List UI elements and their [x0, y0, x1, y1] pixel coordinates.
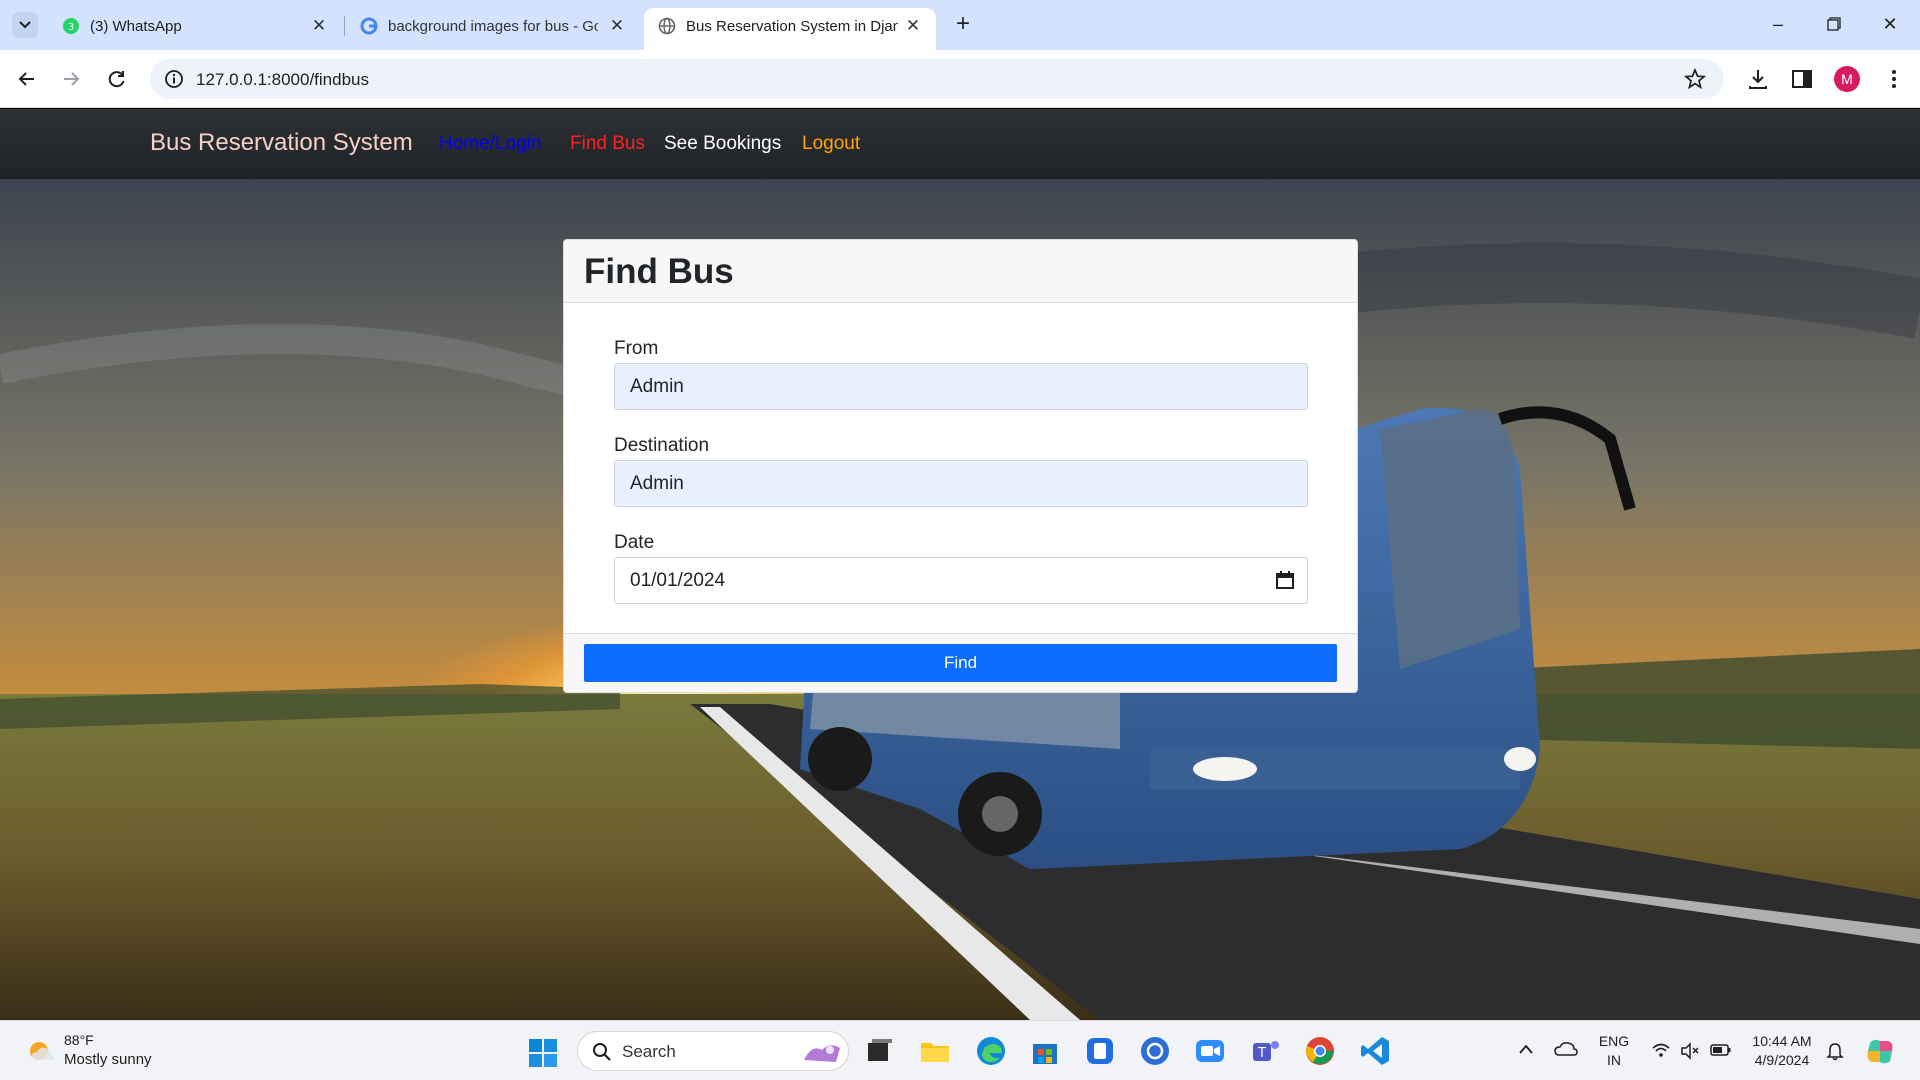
more-menu-icon[interactable] [1880, 65, 1908, 93]
download-icon[interactable] [1744, 65, 1772, 93]
windows-start-icon[interactable] [528, 1038, 558, 1068]
weather-temperature: 88°F [64, 1032, 94, 1048]
tab-google-search[interactable]: background images for bus - Goo ✕ [346, 8, 636, 50]
tab-title: Bus Reservation System in Djan [686, 18, 898, 35]
teams-icon[interactable]: T [1249, 1034, 1283, 1068]
whatsapp-icon: 3 [63, 18, 79, 34]
language-indicator[interactable]: ENG [1598, 1033, 1630, 1049]
phone-link-icon[interactable] [1083, 1034, 1117, 1068]
site-info-icon[interactable] [164, 69, 184, 89]
chrome-icon[interactable] [1303, 1034, 1337, 1068]
clock-date: 4/9/2024 [1754, 1052, 1810, 1068]
calendar-icon[interactable] [1275, 570, 1295, 590]
weather-description: Mostly sunny [64, 1051, 152, 1068]
tab-title: background images for bus - Goo [388, 18, 598, 35]
reload-icon[interactable] [102, 64, 132, 94]
wifi-icon[interactable] [1652, 1043, 1670, 1059]
language-region: IN [1607, 1052, 1621, 1068]
search-icon [593, 1043, 611, 1061]
nav-home-login[interactable]: Home/Login [439, 133, 541, 155]
notification-bell-icon[interactable] [1826, 1041, 1844, 1061]
globe-icon [658, 17, 676, 35]
tab-title: (3) WhatsApp [90, 18, 182, 35]
weather-sun-icon[interactable] [26, 1038, 56, 1066]
copilot-icon[interactable] [1864, 1035, 1896, 1067]
browser-tab-strip: 3 (3) WhatsApp ✕ background images for b… [0, 0, 1920, 50]
svg-text:T: T [1257, 1046, 1266, 1061]
zoom-app-icon[interactable] [1193, 1034, 1227, 1068]
nav-logout[interactable]: Logout [802, 133, 860, 155]
find-button[interactable]: Find [584, 644, 1337, 682]
find-bus-card: Find Bus From Admin Destination Admin Da… [563, 239, 1358, 693]
bookmark-star-icon[interactable] [1684, 68, 1706, 90]
file-explorer-icon[interactable] [918, 1034, 952, 1068]
browser-toolbar: 127.0.0.1:8000/findbus [0, 50, 1920, 108]
destination-label: Destination [614, 435, 710, 456]
search-label: Search [622, 1042, 676, 1061]
restore-icon [1827, 17, 1841, 31]
tab-divider [344, 16, 345, 36]
close-tab-icon[interactable]: ✕ [606, 15, 628, 37]
nav-see-bookings[interactable]: See Bookings [664, 133, 781, 155]
sync-app-icon[interactable] [1138, 1034, 1172, 1068]
onedrive-cloud-icon[interactable] [1554, 1041, 1578, 1057]
nav-find-bus[interactable]: Find Bus [570, 133, 645, 155]
side-panel-icon[interactable] [1788, 65, 1816, 93]
close-window-button[interactable]: ✕ [1870, 10, 1910, 38]
search-highlight-icon [804, 1045, 840, 1062]
address-bar[interactable]: 127.0.0.1:8000/findbus [150, 59, 1724, 99]
profile-avatar[interactable]: M [1834, 66, 1860, 92]
battery-icon[interactable] [1710, 1043, 1732, 1057]
from-label: From [614, 338, 659, 359]
microsoft-store-icon[interactable] [1028, 1034, 1062, 1068]
destination-field[interactable]: Admin [614, 460, 1308, 507]
site-navbar: Bus Reservation System Home/Login Find B… [0, 109, 1920, 179]
tab-search-button[interactable] [12, 12, 38, 38]
new-tab-button[interactable]: + [950, 12, 976, 38]
date-label: Date [614, 532, 655, 553]
date-value: 01/01/2024 [630, 570, 726, 591]
url-text: 127.0.0.1:8000/findbus [196, 70, 369, 89]
web-page: Bus Reservation System Home/Login Find B… [0, 109, 1920, 1020]
volume-muted-icon[interactable] [1680, 1042, 1700, 1060]
back-arrow-icon[interactable] [12, 64, 42, 94]
google-icon [360, 17, 378, 35]
svg-text:3: 3 [68, 22, 74, 33]
task-view-icon[interactable] [862, 1034, 896, 1068]
taskbar-search[interactable]: Search [577, 1031, 849, 1071]
card-footer: Find [564, 633, 1357, 692]
tab-bus-reservation[interactable]: Bus Reservation System in Djan ✕ [644, 8, 936, 50]
clock-time[interactable]: 10:44 AM [1744, 1033, 1820, 1049]
close-tab-icon[interactable]: ✕ [308, 15, 330, 37]
restore-button[interactable] [1814, 10, 1854, 38]
chevron-up-icon[interactable] [1518, 1043, 1534, 1055]
forward-arrow-icon[interactable] [56, 64, 86, 94]
windows-taskbar: 88°F Mostly sunny Search T ENG IN 10:44 … [0, 1020, 1920, 1080]
vscode-icon[interactable] [1358, 1034, 1392, 1068]
tab-whatsapp[interactable]: 3 (3) WhatsApp ✕ [48, 8, 338, 50]
chevron-down-icon [19, 21, 31, 29]
from-field[interactable]: Admin [614, 363, 1308, 410]
minimize-button[interactable]: – [1758, 10, 1798, 38]
date-field[interactable]: 01/01/2024 [614, 557, 1308, 604]
site-brand[interactable]: Bus Reservation System [150, 129, 413, 157]
card-header: Find Bus [564, 240, 1357, 303]
page-title: Find Bus [584, 252, 734, 291]
close-tab-icon[interactable]: ✕ [902, 15, 924, 37]
edge-browser-icon[interactable] [974, 1034, 1008, 1068]
